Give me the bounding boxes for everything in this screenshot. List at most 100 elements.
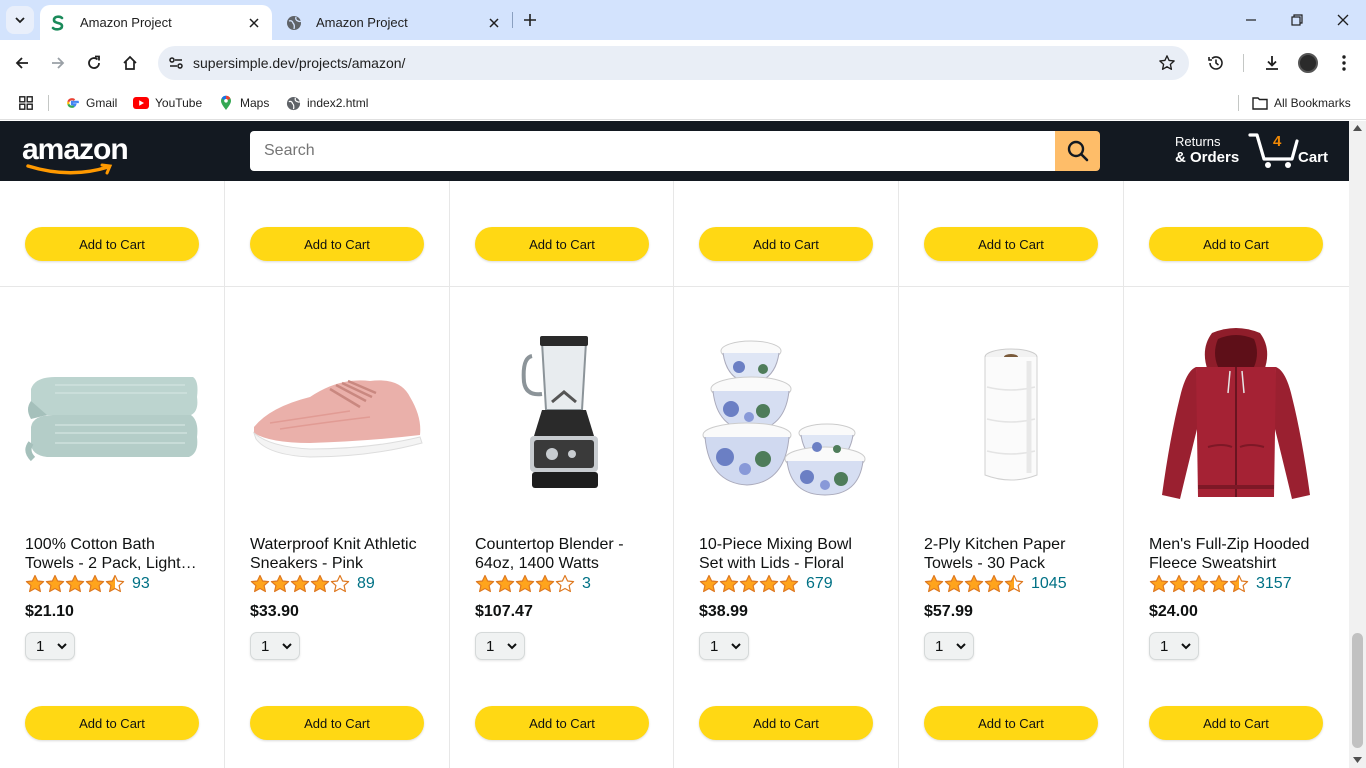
- quantity-select[interactable]: 1: [924, 632, 974, 660]
- globe-icon: [286, 15, 302, 31]
- star-full-icon: [310, 574, 330, 593]
- home-button[interactable]: [116, 49, 144, 77]
- apps-grid-icon: [18, 95, 34, 111]
- cart-link[interactable]: 4 Cart: [1248, 131, 1338, 171]
- quantity-select[interactable]: 1: [250, 632, 300, 660]
- quantity-value: 1: [261, 637, 270, 655]
- quantity-select[interactable]: 1: [25, 632, 75, 660]
- add-to-cart-button[interactable]: Add to Cart: [250, 227, 424, 261]
- add-to-cart-button[interactable]: Add to Cart: [699, 227, 873, 261]
- bookmark-separator: [1238, 95, 1239, 111]
- add-to-cart-button[interactable]: Add to Cart: [924, 227, 1098, 261]
- product-name[interactable]: 10-Piece Mixing Bowl Set with Lids - Flo…: [699, 535, 874, 573]
- quantity-select[interactable]: 1: [1149, 632, 1199, 660]
- bookmark-maps[interactable]: Maps: [218, 93, 269, 113]
- quantity-select[interactable]: 1: [475, 632, 525, 660]
- add-to-cart-button[interactable]: Add to Cart: [699, 706, 873, 740]
- site-info-icon[interactable]: [164, 51, 188, 75]
- star-full-icon: [250, 574, 270, 593]
- product-name[interactable]: 2-Ply Kitchen Paper Towels - 30 Pack: [924, 535, 1099, 573]
- product-image-paper-towels: [924, 327, 1098, 507]
- star-full-icon: [699, 574, 719, 593]
- forward-button[interactable]: [44, 49, 72, 77]
- kebab-menu-icon: [1342, 55, 1346, 71]
- rating-count[interactable]: 3157: [1256, 575, 1292, 593]
- site-header: amazon Returns & Orders 4 Cart: [0, 121, 1349, 181]
- star-full-icon: [964, 574, 984, 593]
- profile-button[interactable]: [1294, 49, 1322, 77]
- rating-stars: [25, 574, 125, 594]
- product-name[interactable]: Countertop Blender - 64oz, 1400 Watts: [475, 535, 650, 573]
- rating-count[interactable]: 679: [806, 575, 833, 593]
- product-image-towels: [25, 327, 199, 507]
- add-to-cart-button[interactable]: Add to Cart: [475, 706, 649, 740]
- add-to-cart-button[interactable]: Add to Cart: [475, 227, 649, 261]
- downloads-button[interactable]: [1258, 49, 1286, 77]
- add-to-cart-button[interactable]: Add to Cart: [924, 706, 1098, 740]
- search-button[interactable]: [1055, 131, 1100, 171]
- close-tab-icon[interactable]: [484, 13, 504, 33]
- supersimple-favicon-icon: [50, 14, 66, 31]
- close-icon: [1337, 14, 1349, 26]
- add-to-cart-button[interactable]: Add to Cart: [25, 706, 199, 740]
- star-half-icon: [1004, 574, 1024, 593]
- product-price: $33.90: [250, 603, 299, 620]
- star-half-icon: [1229, 574, 1249, 593]
- reload-button[interactable]: [80, 49, 108, 77]
- amazon-logo[interactable]: amazon: [22, 133, 129, 175]
- tab-amazon-project[interactable]: Amazon Project: [276, 5, 512, 40]
- quantity-value: 1: [36, 637, 45, 655]
- minimize-button[interactable]: [1228, 6, 1274, 34]
- arrow-right-icon: [52, 57, 65, 69]
- star-full-icon: [719, 574, 739, 593]
- arrow-left-icon: [15, 57, 28, 69]
- add-to-cart-button[interactable]: Add to Cart: [25, 227, 199, 261]
- tab-search-button[interactable]: [6, 6, 34, 34]
- product-name[interactable]: 100% Cotton Bath Towels - 2 Pack, Light …: [25, 535, 200, 573]
- rating-count[interactable]: 89: [357, 575, 375, 593]
- bookmark-gmail[interactable]: Gmail: [64, 93, 117, 113]
- reload-icon: [88, 55, 100, 69]
- bookmark-youtube[interactable]: YouTube: [133, 93, 202, 113]
- rating-count[interactable]: 93: [132, 575, 150, 593]
- product-price: $24.00: [1149, 603, 1198, 620]
- add-to-cart-button[interactable]: Add to Cart: [250, 706, 424, 740]
- close-window-button[interactable]: [1320, 6, 1366, 34]
- url-text: supersimple.dev/projects/amazon/: [193, 55, 406, 71]
- quantity-select[interactable]: 1: [699, 632, 749, 660]
- bookmark-label: Maps: [240, 96, 270, 110]
- quantity-value: 1: [935, 637, 944, 655]
- back-button[interactable]: [8, 49, 36, 77]
- rating-stars: [475, 574, 575, 594]
- close-tab-icon[interactable]: [244, 13, 264, 33]
- search-input[interactable]: [250, 131, 1055, 171]
- product-name[interactable]: Waterproof Knit Athletic Sneakers - Pink: [250, 535, 425, 573]
- menu-button[interactable]: [1330, 49, 1358, 77]
- youtube-icon: [133, 95, 149, 111]
- all-bookmarks-button[interactable]: All Bookmarks: [1252, 93, 1351, 113]
- apps-button[interactable]: [18, 93, 40, 113]
- bookmark-index2[interactable]: index2.html: [285, 93, 368, 113]
- add-to-cart-button[interactable]: Add to Cart: [1149, 227, 1323, 261]
- restore-button[interactable]: [1274, 6, 1320, 34]
- add-to-cart-button[interactable]: Add to Cart: [1149, 706, 1323, 740]
- page-scrollbar[interactable]: [1349, 121, 1366, 768]
- home-icon: [123, 55, 137, 70]
- product-name[interactable]: Men's Full-Zip Hooded Fleece Sweatshirt: [1149, 535, 1324, 573]
- rating-count[interactable]: 3: [582, 575, 591, 593]
- star-empty-icon: [555, 574, 575, 593]
- returns-orders-link[interactable]: Returns & Orders: [1175, 134, 1239, 166]
- search-icon: [1067, 140, 1088, 162]
- tab-title: Amazon Project: [316, 15, 408, 30]
- new-tab-button[interactable]: [518, 8, 542, 32]
- tab-title: Amazon Project: [80, 15, 172, 30]
- address-bar[interactable]: supersimple.dev/projects/amazon/: [158, 46, 1189, 80]
- star-full-icon: [290, 574, 310, 593]
- rating-count[interactable]: 1045: [1031, 575, 1067, 593]
- scrollbar-thumb[interactable]: [1352, 633, 1363, 748]
- bookmark-star-icon[interactable]: [1157, 53, 1177, 73]
- star-full-icon: [1169, 574, 1189, 593]
- tab-amazon-project-active[interactable]: Amazon Project: [40, 5, 272, 40]
- history-button[interactable]: [1202, 49, 1230, 77]
- product-rating: 89: [250, 573, 375, 595]
